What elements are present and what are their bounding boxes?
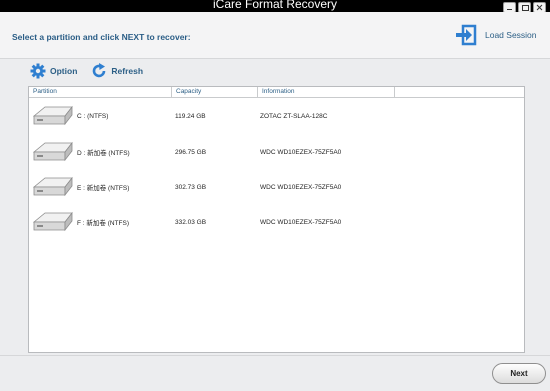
column-header-partition[interactable]: Partition	[29, 87, 172, 97]
partition-name: D : 新加卷 (NTFS)	[77, 150, 130, 157]
hard-drive-icon	[32, 211, 73, 232]
header: Select a partition and click NEXT to rec…	[0, 12, 550, 59]
partition-information: WDC WD10EZEX-75ZF5A0	[260, 148, 342, 156]
option-label: Option	[50, 66, 78, 76]
partition-capacity: 296.75 GB	[175, 148, 207, 156]
app-window: iCare Format Recovery Select a partition…	[0, 0, 550, 391]
partition-information: WDC WD10EZEX-75ZF5A0	[260, 183, 342, 191]
column-header-capacity[interactable]: Capacity	[172, 87, 258, 97]
partition-row-f[interactable]: F : 新加卷 (NTFS) 332.03 GB WDC WD10EZEX-75…	[29, 207, 524, 237]
next-button[interactable]: Next	[492, 363, 546, 384]
refresh-button[interactable]: Refresh	[91, 63, 143, 79]
load-session-button[interactable]: Load Session	[455, 24, 537, 46]
partition-list: Partition Capacity Information C : (NTFS…	[28, 86, 525, 353]
load-session-label: Load Session	[485, 30, 537, 40]
footer: Next	[0, 355, 550, 391]
refresh-label: Refresh	[111, 66, 144, 76]
hard-drive-icon	[32, 105, 73, 126]
partition-name: F : 新加卷 (NTFS)	[77, 220, 129, 227]
partition-row-d[interactable]: D : 新加卷 (NTFS) 296.75 GB WDC WD10EZEX-75…	[29, 137, 524, 167]
partition-row-c[interactable]: C : (NTFS) 119.24 GB ZOTAC ZT-SLAA-128C	[29, 101, 524, 131]
refresh-icon	[93, 63, 106, 78]
gear-icon	[30, 63, 46, 79]
title-bar: iCare Format Recovery	[0, 0, 550, 13]
column-header-information[interactable]: Information	[258, 87, 395, 97]
list-header: Partition Capacity Information	[29, 87, 524, 98]
option-button[interactable]: Option	[30, 63, 77, 79]
window-title: iCare Format Recovery	[212, 0, 338, 11]
partition-capacity: 119.24 GB	[175, 112, 206, 120]
partition-row-e[interactable]: E : 新加卷 (NTFS) 302.73 GB WDC WD10EZEX-75…	[29, 172, 524, 202]
instruction-text: Select a partition and click NEXT to rec…	[12, 32, 191, 42]
partition-capacity: 302.73 GB	[175, 183, 207, 191]
hard-drive-icon	[32, 176, 73, 197]
partition-information: ZOTAC ZT-SLAA-128C	[260, 112, 328, 120]
toolbar: Option Refresh	[30, 63, 143, 79]
partition-capacity: 332.03 GB	[175, 218, 207, 226]
hard-drive-icon	[32, 141, 73, 162]
load-session-icon	[456, 24, 477, 46]
partition-name: C : (NTFS)	[77, 112, 109, 120]
partition-name: E : 新加卷 (NTFS)	[77, 185, 130, 192]
partition-information: WDC WD10EZEX-75ZF5A0	[260, 218, 342, 226]
